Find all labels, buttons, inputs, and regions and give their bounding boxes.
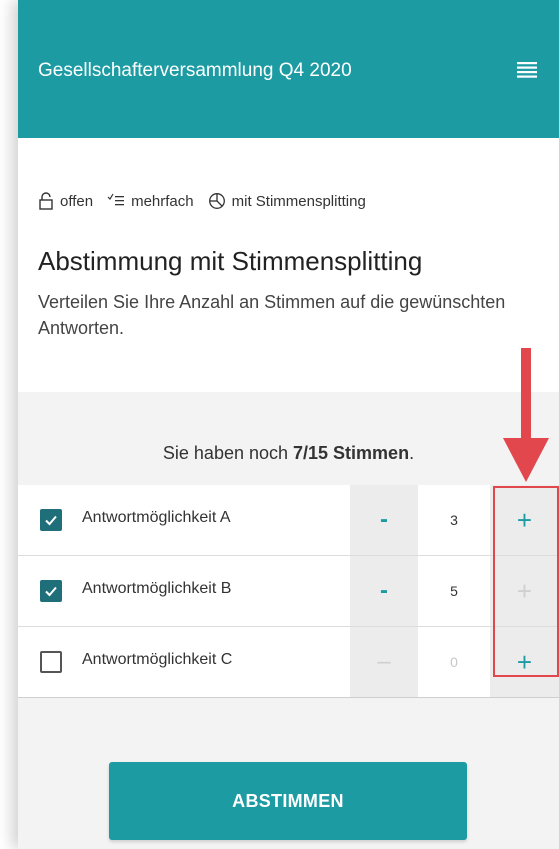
meta-split: mit Stimmensplitting xyxy=(208,192,366,210)
multi-select-list-icon xyxy=(107,193,125,206)
answer-c-minus-button[interactable]: – xyxy=(350,627,418,697)
answer-a-plus-button[interactable]: + xyxy=(490,485,559,555)
answer-c-plus-button[interactable]: + xyxy=(490,627,559,697)
answer-c-label: Antwortmöglichkeit C xyxy=(82,651,233,668)
answer-a-checkbox[interactable] xyxy=(40,509,62,531)
answer-b-count: 5 xyxy=(450,583,458,599)
submit-vote-button[interactable]: ABSTIMMEN xyxy=(109,762,467,840)
meta-multiple: mehrfach xyxy=(107,193,194,210)
answer-row-a: Antwortmöglichkeit A - 3 + xyxy=(18,485,559,556)
remaining-suffix: . xyxy=(409,443,415,463)
answer-b-checkbox[interactable] xyxy=(40,580,62,602)
meta-open-label: offen xyxy=(60,192,94,210)
answer-c-count: 0 xyxy=(450,654,458,670)
answer-list: Antwortmöglichkeit A - 3 + Antwortmöglic… xyxy=(18,485,559,698)
answer-b-label: Antwortmöglichkeit B xyxy=(82,580,232,597)
meta-split-label: mit Stimmensplitting xyxy=(231,192,366,210)
poll-title: Abstimmung mit Stimmensplitting xyxy=(38,246,423,276)
answer-row-c: Antwortmöglichkeit C – 0 + xyxy=(18,627,559,698)
answer-a-minus-button[interactable]: - xyxy=(350,485,418,555)
poll-description: Verteilen Sie Ihre Anzahl an Stimmen auf… xyxy=(38,292,506,338)
app-frame: Gesellschafterversammlung Q4 2020 offen xyxy=(18,0,559,849)
answer-row-b: Antwortmöglichkeit B - 5 + xyxy=(18,556,559,627)
remaining-prefix: Sie haben noch xyxy=(162,443,294,463)
answer-a-label: Antwortmöglichkeit A xyxy=(82,509,231,526)
remaining-value: 7/15 Stimmen xyxy=(293,443,410,463)
remaining-votes: Sie haben noch 7/15 Stimmen. xyxy=(18,443,559,464)
answer-c-checkbox[interactable] xyxy=(40,651,62,673)
checkmark-icon xyxy=(45,515,57,526)
lock-open-icon xyxy=(39,192,53,210)
hamburger-menu-icon[interactable] xyxy=(515,58,539,82)
vote-split-icon xyxy=(208,193,225,209)
meta-open: offen xyxy=(38,192,93,210)
meeting-title: Gesellschafterversammlung Q4 2020 xyxy=(38,60,352,81)
app-header: Gesellschafterversammlung Q4 2020 xyxy=(18,0,559,138)
answer-a-count: 3 xyxy=(450,512,458,528)
answer-b-plus-button[interactable]: + xyxy=(490,556,559,626)
answer-b-minus-button[interactable]: - xyxy=(350,556,418,626)
poll-meta: offen mehrfach mit Stimmensplitting xyxy=(38,192,380,210)
checkmark-icon xyxy=(45,586,57,597)
meta-multiple-label: mehrfach xyxy=(131,192,194,210)
